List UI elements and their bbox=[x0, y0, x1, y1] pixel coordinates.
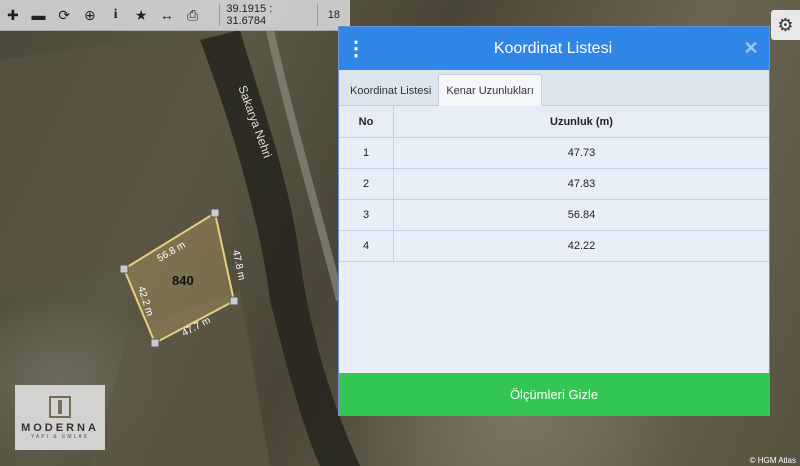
measure-icon[interactable]: ↔ bbox=[154, 0, 180, 30]
locate-icon[interactable]: ⊕ bbox=[77, 0, 103, 30]
row-number: 1 bbox=[339, 137, 394, 169]
company-logo: MODERNA YAPI & EMLAK bbox=[15, 385, 105, 450]
row-number: 4 bbox=[339, 230, 394, 262]
row-length: 42.22 bbox=[393, 230, 769, 262]
row-length: 47.73 bbox=[393, 137, 769, 169]
edge-label: 47.8 m bbox=[230, 249, 247, 281]
table-row[interactable]: 4 42.22 bbox=[339, 230, 769, 262]
tab-edge-lengths[interactable]: Kenar Uzunlukları bbox=[438, 74, 542, 106]
dialog-tabs: Koordinat Listesi Kenar Uzunlukları bbox=[339, 70, 769, 106]
refresh-icon[interactable]: ⟳ bbox=[51, 0, 77, 30]
tab-coordinate-list[interactable]: Koordinat Listesi bbox=[343, 76, 438, 105]
settings-gear-icon[interactable]: ⚙ bbox=[771, 10, 800, 40]
dialog-title: Koordinat Listesi bbox=[493, 39, 613, 57]
edge-length-table: No Uzunluk (m) 1 47.73 2 47.83 3 56.84 4… bbox=[339, 106, 769, 262]
logo-mark-icon bbox=[49, 395, 71, 418]
table-row[interactable]: 1 47.73 bbox=[339, 137, 769, 169]
info-icon[interactable]: i bbox=[103, 0, 129, 30]
star-icon[interactable]: ★ bbox=[128, 0, 154, 30]
column-header-length: Uzunluk (m) bbox=[393, 106, 769, 138]
parcel-vertex[interactable] bbox=[150, 338, 160, 348]
dialog-header: ⋮ Koordinat Listesi ✕ bbox=[339, 27, 769, 70]
parcel-label: 840 bbox=[172, 273, 194, 288]
zoom-level: 18 bbox=[327, 9, 340, 21]
zoom-in-icon[interactable]: ✚ bbox=[0, 0, 26, 30]
map-attribution: © HGM Atlas bbox=[749, 456, 796, 465]
map-toolbar: ✚ ▬ ⟳ ⊕ i ★ ↔ ⎙ 39.1915 : 31.6784 18 bbox=[0, 0, 350, 31]
row-number: 3 bbox=[339, 199, 394, 231]
column-header-no: No bbox=[339, 106, 394, 138]
table-row[interactable]: 2 47.83 bbox=[339, 168, 769, 200]
parcel-vertex[interactable] bbox=[229, 296, 239, 306]
parcel-vertex[interactable] bbox=[119, 264, 129, 274]
close-icon[interactable]: ✕ bbox=[733, 38, 769, 59]
print-icon[interactable]: ⎙ bbox=[180, 0, 206, 30]
row-length: 47.83 bbox=[393, 168, 769, 200]
coordinate-readout: 39.1915 : 31.6784 bbox=[219, 3, 318, 27]
table-row[interactable]: 3 56.84 bbox=[339, 199, 769, 231]
menu-dots-icon[interactable]: ⋮ bbox=[339, 39, 373, 59]
table-header-row: No Uzunluk (m) bbox=[339, 106, 769, 138]
zoom-out-icon[interactable]: ▬ bbox=[26, 0, 52, 30]
parcel-vertex[interactable] bbox=[210, 208, 220, 218]
hide-measurements-button[interactable]: Ölçümleri Gizle bbox=[339, 373, 769, 415]
logo-name: MODERNA bbox=[21, 421, 99, 434]
coordinate-list-dialog: ⋮ Koordinat Listesi ✕ Koordinat Listesi … bbox=[338, 26, 770, 416]
row-number: 2 bbox=[339, 168, 394, 200]
logo-subtitle: YAPI & EMLAK bbox=[30, 433, 90, 440]
row-length: 56.84 bbox=[393, 199, 769, 231]
